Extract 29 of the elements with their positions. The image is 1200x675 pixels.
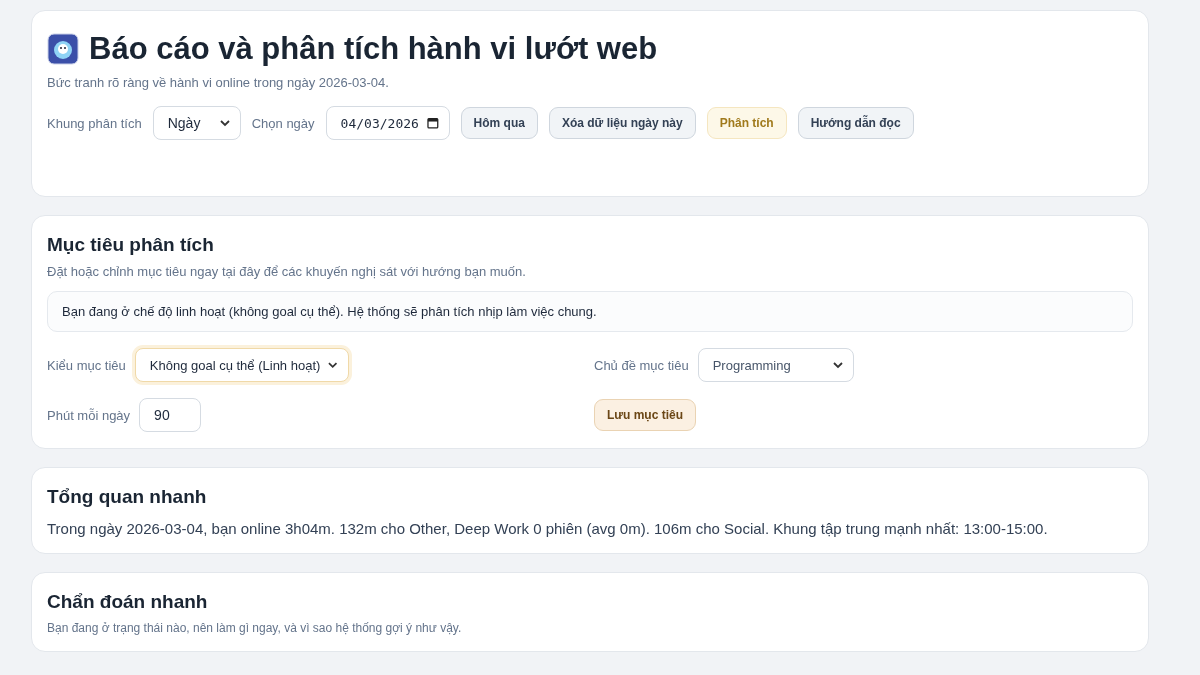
field-label: Chọn ngày (251, 115, 315, 131)
section-title: Chẩn đoán nhanh (47, 591, 209, 613)
summary-text: Trong ngày 2026-03-04, bạn online 3h04m. 132m cho Other, Deep Work 0 phiên (avg 0m). 106m cho Social. Khung tập trung mạnh nhất: 13:00-15:00. (47, 520, 1049, 537)
button[interactable]: Hôm qua (460, 107, 538, 139)
date-field[interactable]: 04/03/2026 (325, 106, 450, 140)
field-label: Kiểu mục tiêu (47, 357, 126, 373)
dropdown[interactable]: Ngày (152, 106, 241, 140)
subtitle: Bức tranh rõ ràng về hành vi online trong ngày 2026-03-04. (47, 75, 390, 90)
field-label: Chủ đề mục tiêu (594, 357, 689, 373)
calendar-icon (426, 117, 439, 129)
button[interactable]: Phân tích (706, 107, 787, 139)
section-title: Mục tiêu phân tích (47, 234, 215, 256)
section-hint: Đặt hoặc chỉnh mục tiêu ngay tại đây để các khuyến nghị sát với hướng bạn muốn. (47, 264, 527, 279)
dropdown[interactable]: Không goal cụ thể (Linh hoạt) (134, 348, 349, 382)
dropdown[interactable]: Programming (697, 348, 854, 382)
input-field[interactable]: 90 (139, 398, 202, 432)
chevron-icon (832, 361, 843, 369)
button[interactable]: Xóa dữ liệu ngày này (548, 107, 696, 139)
section-title: Tổng quan nhanh (47, 486, 208, 508)
chevron-icon (328, 361, 338, 369)
section-hint: Bạn đang ở trạng thái nào, nên làm gì ngay, và vì sao hệ thống gợi ý như vậy. (47, 621, 463, 635)
field-label: Phút mỗi ngày (47, 407, 131, 423)
page-title: Báo cáo và phân tích hành vi lướt web (89, 31, 658, 67)
button[interactable]: Hướng dẫn đọc (797, 107, 914, 139)
chevron-icon (219, 119, 230, 127)
button[interactable]: Lưu mục tiêu (594, 399, 697, 431)
notice-box: Bạn đang ở chế độ linh hoạt (không goal cụ thể). Hệ thống sẽ phân tích nhịp làm việc chung. (47, 291, 1133, 332)
app-logo-icon (47, 33, 79, 65)
field-label: Khung phân tích (47, 115, 142, 131)
